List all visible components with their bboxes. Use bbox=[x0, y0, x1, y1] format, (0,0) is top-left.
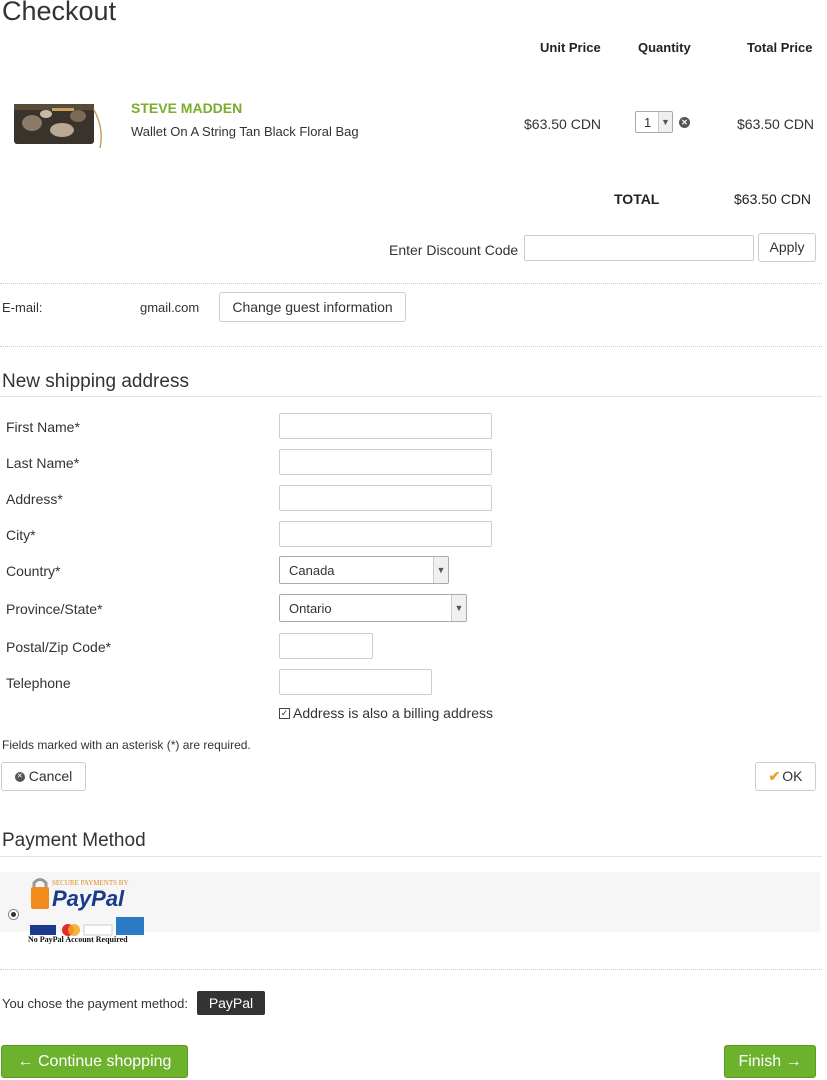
email-label: E-mail: bbox=[2, 300, 43, 315]
country-select[interactable]: Canada ▼ bbox=[279, 556, 449, 584]
cancel-label: Cancel bbox=[28, 768, 73, 784]
first-name-field[interactable] bbox=[279, 413, 492, 439]
col-unit-price: Unit Price bbox=[540, 40, 601, 55]
page-title: Checkout bbox=[2, 0, 117, 26]
email-value: gmail.com bbox=[140, 300, 200, 315]
ok-label: OK bbox=[782, 768, 803, 784]
required-note: Fields marked with an asterisk (*) are r… bbox=[2, 738, 251, 752]
remove-item-icon[interactable]: ✕ bbox=[679, 117, 690, 128]
divider bbox=[0, 396, 822, 397]
province-label: Province/State* bbox=[6, 601, 103, 617]
quantity-value: 1 bbox=[644, 115, 652, 130]
address-field[interactable] bbox=[279, 485, 492, 511]
chosen-method-badge: PayPal bbox=[197, 991, 265, 1015]
cancel-button[interactable]: ✕ Cancel bbox=[1, 762, 86, 791]
billing-checkbox[interactable]: ✓ bbox=[279, 708, 290, 719]
total-label: TOTAL bbox=[614, 191, 660, 207]
postal-code-field[interactable] bbox=[279, 633, 373, 659]
first-name-label: First Name* bbox=[6, 419, 80, 435]
unit-price: $63.50 CDN bbox=[524, 116, 602, 132]
ok-button[interactable]: ✔ OK bbox=[755, 762, 816, 791]
chevron-down-icon: ▼ bbox=[451, 595, 466, 621]
postal-label: Postal/Zip Code* bbox=[6, 639, 112, 655]
billing-checkbox-label[interactable]: Address is also a billing address bbox=[293, 705, 493, 721]
checkmark-icon: ✔ bbox=[768, 768, 781, 784]
radio-dot bbox=[11, 912, 16, 917]
apply-button[interactable]: Apply bbox=[758, 233, 816, 262]
paypal-logo: SECURE PAYMENTS BY PayPal No PayPal Acco… bbox=[28, 877, 148, 947]
province-select[interactable]: Ontario ▼ bbox=[279, 594, 467, 622]
close-icon: ✕ bbox=[14, 772, 25, 783]
change-guest-button[interactable]: Change guest information bbox=[219, 292, 406, 322]
last-name-label: Last Name* bbox=[6, 455, 80, 471]
quantity-select[interactable]: 1 ▼ bbox=[635, 111, 673, 133]
telephone-field[interactable] bbox=[279, 669, 432, 695]
product-image[interactable] bbox=[12, 98, 110, 150]
divider bbox=[0, 346, 822, 347]
chevron-down-icon: ▼ bbox=[658, 112, 672, 132]
finish-button[interactable]: Finish → bbox=[724, 1045, 816, 1078]
paypal-no-account-text: No PayPal Account Required bbox=[28, 935, 128, 944]
city-label: City* bbox=[6, 527, 36, 543]
col-total-price: Total Price bbox=[747, 40, 813, 55]
product-name: Wallet On A String Tan Black Floral Bag bbox=[131, 124, 359, 139]
country-value: Canada bbox=[289, 563, 335, 578]
discount-code-input[interactable] bbox=[524, 235, 754, 261]
city-field[interactable] bbox=[279, 521, 492, 547]
payment-section-title: Payment Method bbox=[2, 830, 146, 851]
line-total: $63.50 CDN bbox=[737, 116, 815, 132]
continue-shopping-button[interactable]: ← Continue shopping bbox=[1, 1045, 188, 1078]
product-brand[interactable]: STEVE MADDEN bbox=[131, 100, 242, 116]
paypal-brand-text: PayPal bbox=[52, 886, 125, 911]
shipping-section-title: New shipping address bbox=[2, 371, 189, 392]
divider bbox=[0, 969, 822, 970]
last-name-field[interactable] bbox=[279, 449, 492, 475]
paypal-radio[interactable] bbox=[8, 909, 19, 920]
col-quantity: Quantity bbox=[638, 40, 691, 55]
telephone-label: Telephone bbox=[6, 675, 71, 691]
country-label: Country* bbox=[6, 563, 61, 579]
divider bbox=[0, 856, 822, 857]
address-label: Address* bbox=[6, 491, 63, 507]
province-value: Ontario bbox=[289, 601, 332, 616]
chevron-down-icon: ▼ bbox=[433, 557, 448, 583]
discount-label: Enter Discount Code bbox=[389, 242, 519, 258]
chosen-method-label: You chose the payment method: bbox=[2, 996, 188, 1011]
divider bbox=[0, 283, 822, 284]
total-value: $63.50 CDN bbox=[734, 191, 812, 207]
